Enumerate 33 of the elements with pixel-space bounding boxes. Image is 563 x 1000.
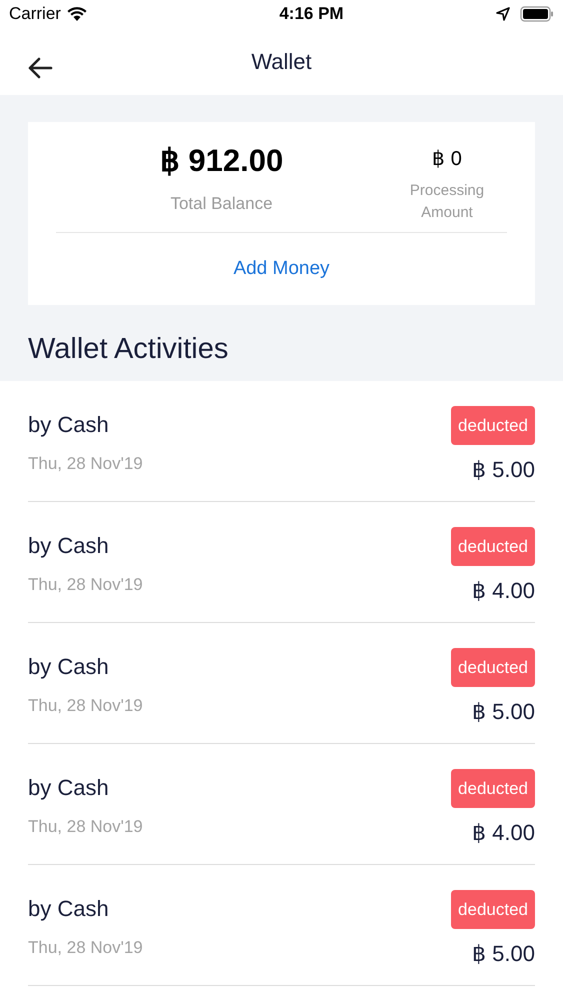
- processing-amount: ฿ 0: [432, 147, 462, 172]
- status-time: 4:16 PM: [279, 3, 344, 26]
- section-title: Wallet Activities: [28, 332, 230, 367]
- back-arrow-icon: [27, 57, 53, 79]
- activity-title: by Cash: [28, 774, 110, 802]
- activity-title: by Cash: [28, 653, 110, 681]
- status-badge: deducted: [451, 769, 535, 808]
- carrier-label: Carrier: [9, 3, 61, 26]
- activity-title: by Cash: [28, 895, 110, 923]
- battery-icon: [520, 6, 554, 22]
- activity-date: Thu, 28 Nov'19: [28, 816, 143, 838]
- activity-date: Thu, 28 Nov'19: [28, 574, 143, 596]
- screen-title: Wallet: [251, 48, 312, 76]
- activity-amount: ฿ 4.00: [472, 819, 535, 847]
- total-balance-amount: ฿ 912.00: [160, 142, 284, 180]
- activity-amount: ฿ 4.00: [472, 577, 535, 605]
- activity-amount: ฿ 5.00: [472, 456, 535, 484]
- activity-date: Thu, 28 Nov'19: [28, 937, 143, 959]
- status-badge: deducted: [451, 890, 535, 929]
- status-badge: deducted: [451, 406, 535, 445]
- activity-amount: ฿ 5.00: [472, 698, 535, 726]
- activity-title: by Cash: [28, 411, 110, 439]
- status-badge: deducted: [451, 648, 535, 687]
- add-money-link[interactable]: Add Money: [233, 254, 330, 284]
- activity-amount: ฿ 5.00: [472, 940, 535, 968]
- activity-date: Thu, 28 Nov'19: [28, 453, 143, 475]
- activity-title: by Cash: [28, 532, 110, 560]
- total-balance-label: Total Balance: [170, 192, 273, 214]
- activity-date: Thu, 28 Nov'19: [28, 695, 143, 717]
- status-badge: deducted: [451, 527, 535, 566]
- processing-label: Processing Amount: [408, 181, 486, 223]
- location-arrow-icon: [496, 7, 510, 21]
- wifi-icon: [66, 7, 87, 21]
